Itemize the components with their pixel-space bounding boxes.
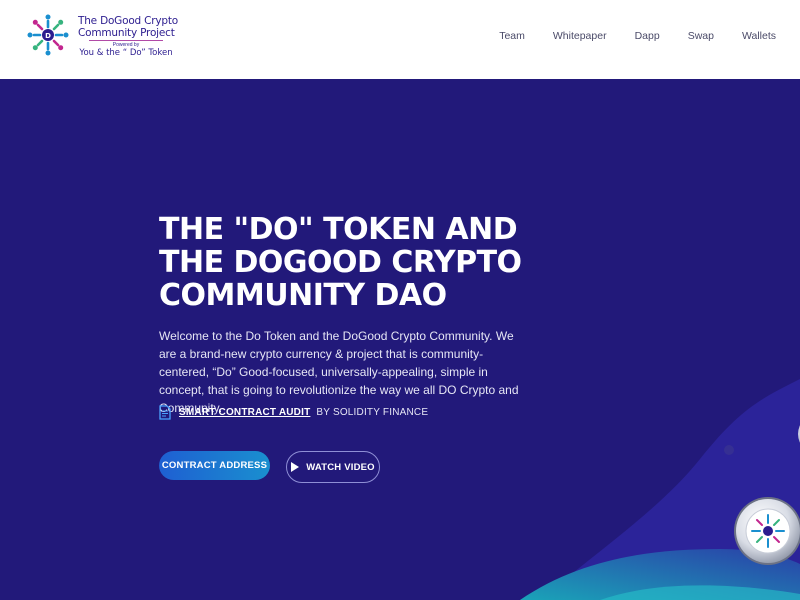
audit-row: SMART CONTRACT AUDIT BY SOLIDITY FINANCE	[159, 405, 428, 420]
hero-section: THE "DO" TOKEN AND THE DOGOOD CRYPTO COM…	[0, 79, 800, 600]
hero-title-line2: THE DOGOOD CRYPTO	[159, 245, 522, 280]
audit-provider-text: BY SOLIDITY FINANCE	[316, 407, 429, 418]
nav-item-swap[interactable]: Swap	[688, 30, 714, 42]
hero-title: THE "DO" TOKEN AND THE DOGOOD CRYPTO COM…	[159, 213, 539, 312]
brand-text[interactable]: The DoGood Crypto Community Project Powe…	[78, 15, 179, 58]
contract-address-button[interactable]: CONTRACT ADDRESS	[159, 451, 270, 480]
brand-divider	[89, 40, 163, 41]
hero-description: Welcome to the Do Token and the DoGood C…	[159, 329, 519, 415]
dogood-logo-icon[interactable]: D	[24, 11, 72, 59]
watch-video-button[interactable]: WATCH VIDEO	[286, 451, 380, 483]
svg-text:D: D	[45, 32, 51, 40]
site-header: D The DoGood Crypto Community Project Po…	[0, 0, 800, 79]
hero-title-line1: THE "DO" TOKEN AND	[159, 212, 518, 247]
hero-title-line3: COMMUNITY DAO	[159, 278, 447, 313]
nav-item-whitepaper[interactable]: Whitepaper	[553, 30, 607, 42]
brand-tagline: You & the “ Do” Token	[79, 48, 173, 58]
nav-item-dapp[interactable]: Dapp	[635, 30, 660, 42]
brand-title-line2: Community Project	[78, 27, 175, 39]
floating-dot	[724, 445, 734, 455]
do-token-coin-icon	[734, 497, 800, 565]
brand-title-line1: The DoGood Crypto	[78, 15, 179, 27]
play-icon	[291, 462, 300, 472]
nav-item-team[interactable]: Team	[499, 30, 525, 42]
watch-video-label: WATCH VIDEO	[306, 461, 375, 473]
document-icon	[159, 405, 171, 420]
main-nav: Team Whitepaper Dapp Swap Wallets	[499, 30, 776, 42]
smart-contract-audit-link[interactable]: SMART CONTRACT AUDIT	[179, 407, 310, 418]
nav-item-wallets[interactable]: Wallets	[742, 30, 776, 42]
